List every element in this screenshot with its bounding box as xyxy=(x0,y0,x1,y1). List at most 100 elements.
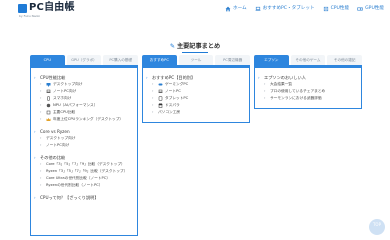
list-item[interactable]: › ノートPC xyxy=(146,88,246,95)
section-heading-label: おすすめPC【目的別】 xyxy=(152,75,196,80)
list-item[interactable]: › ノートPC向け xyxy=(34,142,134,149)
phone-icon xyxy=(47,96,50,101)
chevron-right-icon: › xyxy=(152,110,154,114)
list-item[interactable]: › Ryzenの世代別比較（ノートPC） xyxy=(34,182,134,189)
nav-recommended-pc-label: おすすめPC・タブレット xyxy=(262,6,315,11)
chevron-right-icon: › xyxy=(152,89,154,93)
column-recommended-pc: おすすめPC ツール PC周辺機器 › おすすめPC【目的別】 › ゲーミングPC … xyxy=(142,55,251,123)
list-item[interactable]: › プロの使用しているチェアまとめ xyxy=(258,88,358,95)
column-splatoon: エプソン その他のゲーム その他の雑記 › エプソンのおいしい人 › 大会結果一覧 … xyxy=(254,55,363,109)
tab-bar: エプソン その他のゲーム その他の雑記 xyxy=(254,55,363,65)
column-cpu: CPU GPU（グラボ） PC購入の基礎 › CPU性能比較 › デスクトップ向け … xyxy=(30,55,139,236)
list-item[interactable]: › NPU（AIパフォーマンス） xyxy=(34,102,134,109)
list-item-label: ゲーミングPC xyxy=(165,82,189,86)
chevron-right-icon: › xyxy=(146,75,148,80)
list-item[interactable]: › ドスパラ xyxy=(146,102,246,109)
section-heading-label: CPUって何？【ざっくり説明】 xyxy=(40,195,99,200)
list-item[interactable]: › Ryzen「3」「5」「7」「9」比較（デスクトップ） xyxy=(34,168,134,175)
scroll-to-top-button[interactable]: TOP xyxy=(369,219,385,235)
chevron-right-icon: › xyxy=(152,103,154,107)
list-item-label: デスクトップ向け xyxy=(46,136,76,140)
tablet-icon xyxy=(158,96,163,101)
tab-tools[interactable]: ツール xyxy=(178,55,214,65)
nav-recommended-pc[interactable]: おすすめPC・タブレット xyxy=(255,5,315,12)
list-item-label: ドスパラ xyxy=(165,103,180,107)
chevron-right-icon: › xyxy=(34,155,36,160)
nav-cpu-label: CPU性能 xyxy=(330,6,350,11)
laptop-icon xyxy=(158,89,163,93)
title-underline xyxy=(182,52,208,53)
section-heading-label: エプソンのおいしい人 xyxy=(264,75,306,80)
list-item[interactable]: › デスクトップ向け xyxy=(34,135,134,142)
section-heading[interactable]: › Core vs Ryzen xyxy=(34,128,134,135)
tab-recommended-pc[interactable]: おすすめPC xyxy=(142,55,177,65)
list-item-label: サーモンランにおける武器評価 xyxy=(270,96,322,100)
nav-home-label: ホーム xyxy=(233,6,247,11)
list-item-label: デスクトップ向け xyxy=(53,82,83,86)
list-item-label: Core Ultraの世代別比較（ノートPC） xyxy=(46,176,111,180)
nav-gpu-label: GPU性能 xyxy=(365,6,384,11)
chevron-right-icon: › xyxy=(40,89,42,93)
list-item[interactable]: › Core「3」「5」「7」「9」比較（デスクトップ） xyxy=(34,161,134,168)
nav-gpu[interactable]: GPU性能 xyxy=(357,5,384,12)
list-item[interactable]: › Core Ultraの世代別比較（ノートPC） xyxy=(34,175,134,182)
list-item[interactable]: › 主要CPU比較 xyxy=(34,109,134,116)
tab-peripherals[interactable]: PC周辺機器 xyxy=(215,55,251,65)
nav-home[interactable]: ホーム xyxy=(225,5,247,12)
section-heading[interactable]: › その他の比較 xyxy=(34,154,134,161)
laptop-icon xyxy=(255,6,261,11)
tab-misc[interactable]: その他の雑記 xyxy=(327,55,363,65)
list-item[interactable]: › ゲーミングPC xyxy=(146,81,246,88)
section-heading-label: CPU性能比較 xyxy=(40,75,66,80)
compare-icon xyxy=(46,110,51,115)
chevron-right-icon: › xyxy=(264,96,266,100)
tab-other-games[interactable]: その他のゲーム xyxy=(290,55,326,65)
list-item-label: 年度上位CPUランキング（デスクトップ） xyxy=(53,117,124,121)
tab-splatoon[interactable]: エプソン xyxy=(254,55,289,65)
list-item[interactable]: › パソコン工房 xyxy=(146,109,246,116)
section-heading[interactable]: › CPU性能比較 xyxy=(34,74,134,81)
list-item[interactable]: › タブレットPC xyxy=(146,95,246,102)
section-heading[interactable]: › おすすめPC【目的別】 xyxy=(146,74,246,81)
list-item[interactable]: › サーモンランにおける武器評価 xyxy=(258,95,358,102)
list-item[interactable]: › ノートPC向け xyxy=(34,88,134,95)
cpu-icon xyxy=(323,6,328,11)
section-heading[interactable]: › エプソンのおいしい人 xyxy=(258,74,358,81)
home-icon xyxy=(225,6,231,11)
list-item-label: ノートPC向け xyxy=(46,143,70,147)
chevron-right-icon: › xyxy=(40,183,42,187)
list-item[interactable]: › 大会結果一覧 xyxy=(258,81,358,88)
tab-pc-basics[interactable]: PC購入の基礎 xyxy=(103,55,139,65)
tab-bar: CPU GPU（グラボ） PC購入の基礎 xyxy=(30,55,139,65)
scroll-to-top-label: TOP xyxy=(372,222,381,227)
chevron-right-icon: › xyxy=(40,162,42,166)
chevron-right-icon: › xyxy=(152,82,154,86)
site-header: PC自由帳 by Fuku Naoki ホーム おすすめPC・タブレット CPU… xyxy=(0,0,390,20)
chevron-right-icon: › xyxy=(34,75,36,80)
gpu-icon xyxy=(357,7,363,10)
npu-icon xyxy=(46,103,51,108)
list-item-label: ノートPC xyxy=(165,89,181,93)
chevron-right-icon: › xyxy=(40,169,42,173)
list-item[interactable]: › 年度上位CPUランキング（デスクトップ） xyxy=(34,116,134,123)
global-nav: ホーム おすすめPC・タブレット CPU性能 GPU性能 xyxy=(225,5,384,12)
list-item[interactable]: › スマホ向け xyxy=(34,95,134,102)
section-heading[interactable]: › CPUって何？【ざっくり説明】 xyxy=(34,194,134,201)
tab-gpu[interactable]: GPU（グラボ） xyxy=(66,55,102,65)
nav-cpu[interactable]: CPU性能 xyxy=(323,5,350,12)
tab-panel: › おすすめPC【目的別】 › ゲーミングPC › ノートPC › タブレットPC › ド… xyxy=(142,65,250,123)
list-item[interactable]: › デスクトップ向け xyxy=(34,81,134,88)
list-item-label: NPU（AIパフォーマンス） xyxy=(53,103,98,107)
chevron-right-icon: › xyxy=(40,110,42,114)
tab-cpu[interactable]: CPU xyxy=(30,55,65,65)
tab-bar: おすすめPC ツール PC周辺機器 xyxy=(142,55,251,65)
store-icon xyxy=(158,103,163,108)
chevron-right-icon: › xyxy=(40,143,42,147)
desktop-icon xyxy=(46,83,51,87)
tab-panel: › CPU性能比較 › デスクトップ向け › ノートPC向け › スマホ向け › NPU（… xyxy=(30,65,138,236)
list-item-label: プロの使用しているチェアまとめ xyxy=(270,89,326,93)
list-item-label: Core「3」「5」「7」「9」比較（デスクトップ） xyxy=(46,162,125,166)
section-title-text: 主要記事まとめ xyxy=(176,43,221,50)
chevron-right-icon: › xyxy=(264,89,266,93)
